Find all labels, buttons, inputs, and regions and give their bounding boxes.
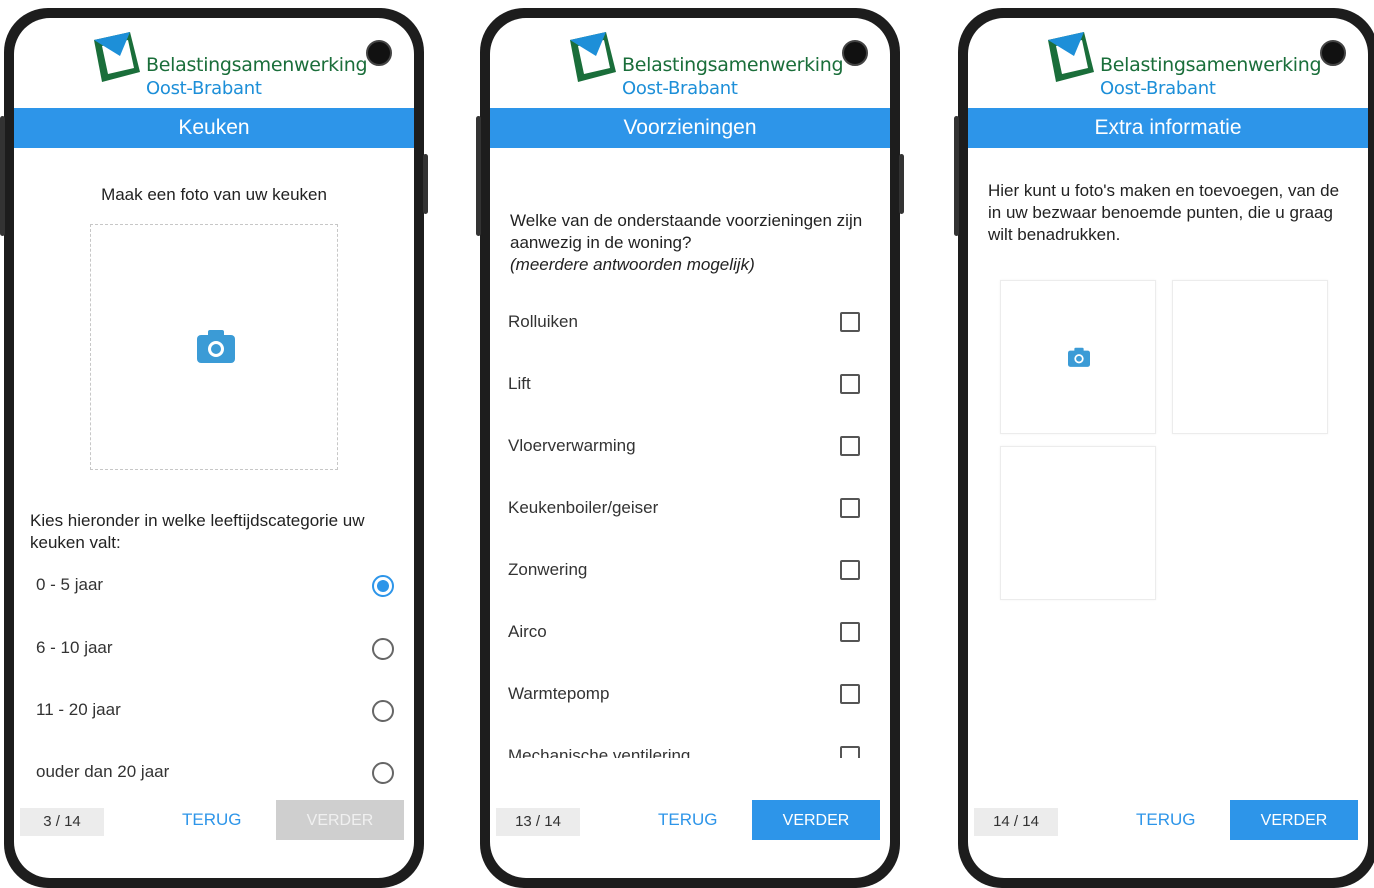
brand-name-line1: Belastingsamenwerking	[622, 54, 844, 76]
age-radio-2[interactable]	[372, 700, 394, 722]
photo-tile[interactable]	[1172, 280, 1328, 434]
next-button[interactable]: VERDER	[752, 800, 880, 840]
facility-label: Warmtepomp	[508, 684, 610, 703]
brand-logo-icon	[570, 32, 616, 82]
photo-prompt: Maak een foto van uw keuken	[101, 185, 327, 204]
brand-logo: Belastingsamenwerking Oost-Brabant	[566, 32, 846, 100]
brand-logo: Belastingsamenwerking Oost-Brabant	[1044, 32, 1324, 100]
page-title: Keuken	[14, 108, 414, 148]
facility-checkbox-7[interactable]	[840, 746, 860, 758]
photo-upload-area[interactable]	[90, 224, 338, 470]
age-option-label: 11 - 20 jaar	[36, 700, 121, 719]
facility-label: Vloerverwarming	[508, 436, 636, 455]
question-text: Welke van de onderstaande voorzieningen …	[510, 211, 863, 252]
camera-icon	[1068, 347, 1090, 367]
facility-label: Keukenboiler/geiser	[508, 498, 659, 517]
extra-info-description: Hier kunt u foto's maken en toevoegen, v…	[988, 181, 1340, 244]
category-prompt: Kies hieronder in welke leeftijdscategor…	[30, 511, 365, 552]
brand-name-line1: Belastingsamenwerking	[1100, 54, 1322, 76]
facility-list-clip: Mechanische ventilering	[490, 736, 890, 758]
page-title: Voorzieningen	[490, 108, 890, 148]
phone-keuken: Belastingsamenwerking Oost-Brabant Keuke…	[0, 8, 428, 888]
next-button[interactable]: VERDER	[276, 800, 404, 840]
facility-checkbox-0[interactable]	[840, 312, 860, 332]
brand-name-line1: Belastingsamenwerking	[146, 54, 368, 76]
brand-logo: Belastingsamenwerking Oost-Brabant	[90, 32, 370, 100]
facility-label: Zonwering	[508, 560, 588, 579]
back-button[interactable]: TERUG	[182, 810, 242, 830]
wizard-footer: 3 / 14 TERUG VERDER	[14, 800, 414, 842]
photo-add-tile[interactable]	[1000, 280, 1156, 434]
phone-voorzieningen: Belastingsamenwerking Oost-Brabant Voorz…	[476, 8, 904, 888]
page-title: Extra informatie	[968, 108, 1368, 148]
photo-tile[interactable]	[1000, 446, 1156, 600]
age-radio-3[interactable]	[372, 762, 394, 784]
facility-checkbox-6[interactable]	[840, 684, 860, 704]
age-option-label: 0 - 5 jaar	[36, 575, 104, 594]
facility-checkbox-2[interactable]	[840, 436, 860, 456]
next-button[interactable]: VERDER	[1230, 800, 1358, 840]
wizard-footer: 14 / 14 TERUG VERDER	[968, 800, 1368, 842]
brand-logo-icon	[1048, 32, 1094, 82]
facility-checkbox-1[interactable]	[840, 374, 860, 394]
back-button[interactable]: TERUG	[658, 810, 718, 830]
age-radio-1[interactable]	[372, 638, 394, 660]
phone-extra-informatie: Belastingsamenwerking Oost-Brabant Extra…	[954, 8, 1374, 888]
screen-voorzieningen: Belastingsamenwerking Oost-Brabant Voorz…	[490, 18, 890, 878]
brand-name-line2: Oost-Brabant	[622, 78, 738, 99]
brand-name-line2: Oost-Brabant	[1100, 78, 1216, 99]
step-counter: 13 / 14	[496, 808, 580, 836]
step-counter: 3 / 14	[20, 808, 104, 836]
back-button[interactable]: TERUG	[1136, 810, 1196, 830]
age-option-label: ouder dan 20 jaar	[36, 762, 170, 781]
facilities-question: Welke van de onderstaande voorzieningen …	[510, 210, 870, 276]
facility-checkbox-5[interactable]	[840, 622, 860, 642]
facility-checkbox-4[interactable]	[840, 560, 860, 580]
age-radio-0[interactable]	[372, 575, 394, 597]
camera-icon	[197, 330, 235, 363]
screen-keuken: Belastingsamenwerking Oost-Brabant Keuke…	[14, 18, 414, 878]
facility-checkbox-3[interactable]	[840, 498, 860, 518]
brand-logo-icon	[94, 32, 140, 82]
facility-label: Rolluiken	[508, 312, 578, 331]
wizard-footer: 13 / 14 TERUG VERDER	[490, 800, 890, 842]
facility-label: Mechanische ventilering	[508, 746, 691, 758]
question-hint: (meerdere antwoorden mogelijk)	[510, 255, 755, 274]
facility-label: Lift	[508, 374, 531, 393]
brand-name-line2: Oost-Brabant	[146, 78, 262, 99]
age-option-label: 6 - 10 jaar	[36, 638, 113, 657]
step-counter: 14 / 14	[974, 808, 1058, 836]
screen-extra-informatie: Belastingsamenwerking Oost-Brabant Extra…	[968, 18, 1368, 878]
facility-label: Airco	[508, 622, 547, 641]
